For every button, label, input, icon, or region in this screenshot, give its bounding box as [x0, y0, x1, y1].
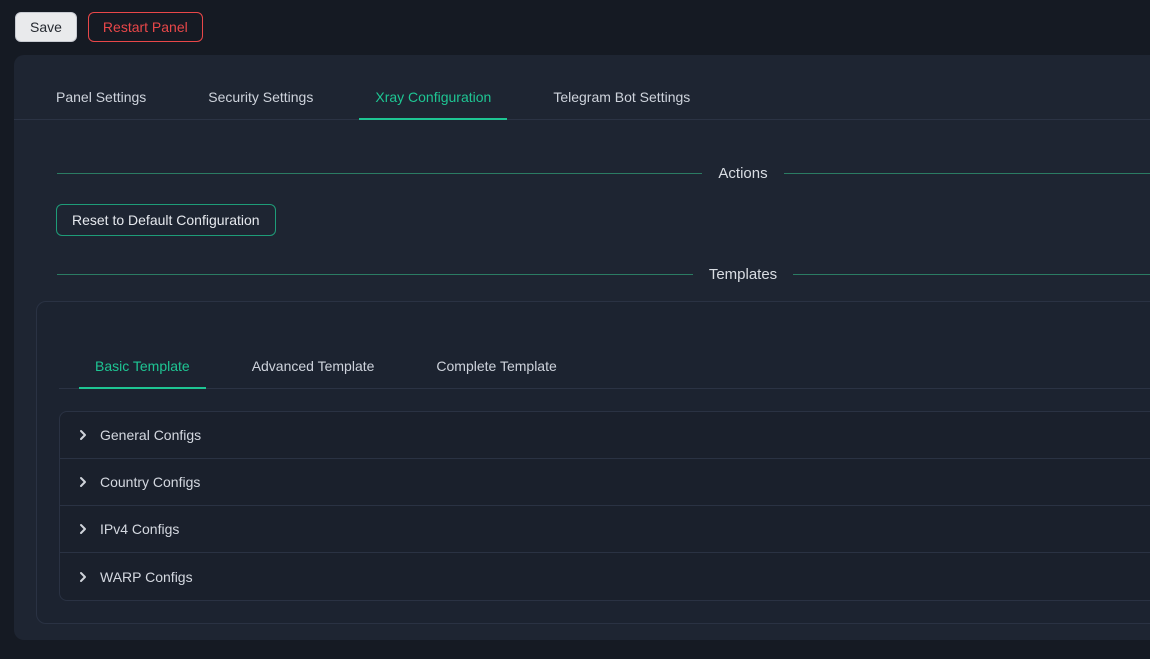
- divider-line: [784, 173, 1150, 174]
- collapse-label: IPv4 Configs: [100, 521, 179, 537]
- chevron-right-icon: [77, 429, 89, 441]
- restart-panel-button[interactable]: Restart Panel: [88, 12, 203, 42]
- collapse-label: Country Configs: [100, 474, 200, 490]
- settings-tab-bar: Panel Settings Security Settings Xray Co…: [14, 75, 1150, 120]
- divider-line: [57, 274, 693, 275]
- template-tab-bar: Basic Template Advanced Template Complet…: [59, 344, 1150, 389]
- reset-default-configuration-button[interactable]: Reset to Default Configuration: [56, 204, 276, 236]
- templates-divider: Templates: [14, 266, 1150, 283]
- chevron-right-icon: [77, 476, 89, 488]
- collapse-header-ipv4-configs[interactable]: IPv4 Configs: [60, 506, 1150, 553]
- collapse-header-country-configs[interactable]: Country Configs: [60, 459, 1150, 506]
- collapse-header-general-configs[interactable]: General Configs: [60, 412, 1150, 459]
- collapse-label: General Configs: [100, 427, 201, 443]
- templates-card: Basic Template Advanced Template Complet…: [36, 301, 1150, 624]
- chevron-right-icon: [77, 571, 89, 583]
- tab-telegram-bot-settings[interactable]: Telegram Bot Settings: [537, 75, 706, 119]
- chevron-right-icon: [77, 523, 89, 535]
- tab-xray-configuration[interactable]: Xray Configuration: [359, 75, 507, 119]
- collapse-header-warp-configs[interactable]: WARP Configs: [60, 553, 1150, 600]
- config-collapse-list: General Configs Country Configs IPv4 Con…: [59, 411, 1150, 601]
- save-button[interactable]: Save: [15, 12, 77, 42]
- tab-panel-settings[interactable]: Panel Settings: [40, 75, 162, 119]
- tab-security-settings[interactable]: Security Settings: [192, 75, 329, 119]
- tab-advanced-template[interactable]: Advanced Template: [236, 344, 391, 388]
- collapse-label: WARP Configs: [100, 569, 193, 585]
- tab-basic-template[interactable]: Basic Template: [79, 344, 206, 388]
- actions-divider: Actions: [14, 165, 1150, 182]
- templates-divider-label: Templates: [693, 266, 793, 283]
- tab-complete-template[interactable]: Complete Template: [420, 344, 572, 388]
- actions-divider-label: Actions: [702, 165, 783, 182]
- divider-line: [57, 173, 702, 174]
- divider-line: [793, 274, 1150, 275]
- settings-card: Panel Settings Security Settings Xray Co…: [14, 55, 1150, 640]
- top-toolbar: Save Restart Panel: [0, 0, 1150, 42]
